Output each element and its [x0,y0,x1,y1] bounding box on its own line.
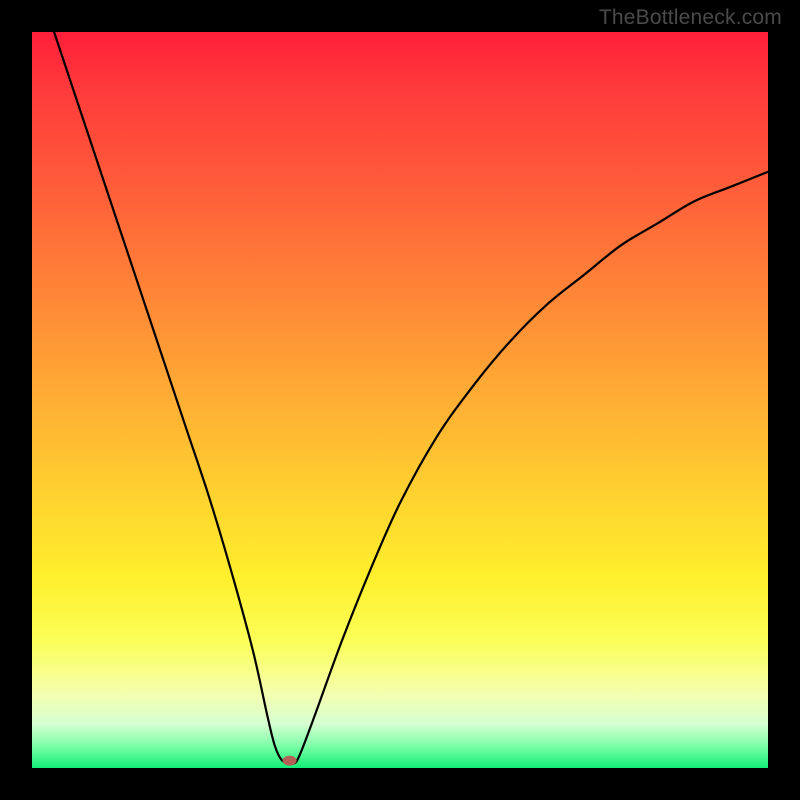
minimum-marker [283,756,297,766]
watermark-text: TheBottleneck.com [599,6,782,30]
curve-line [54,32,768,763]
chart-frame: TheBottleneck.com [0,0,800,800]
bottleneck-curve [32,32,768,768]
plot-area [32,32,768,768]
